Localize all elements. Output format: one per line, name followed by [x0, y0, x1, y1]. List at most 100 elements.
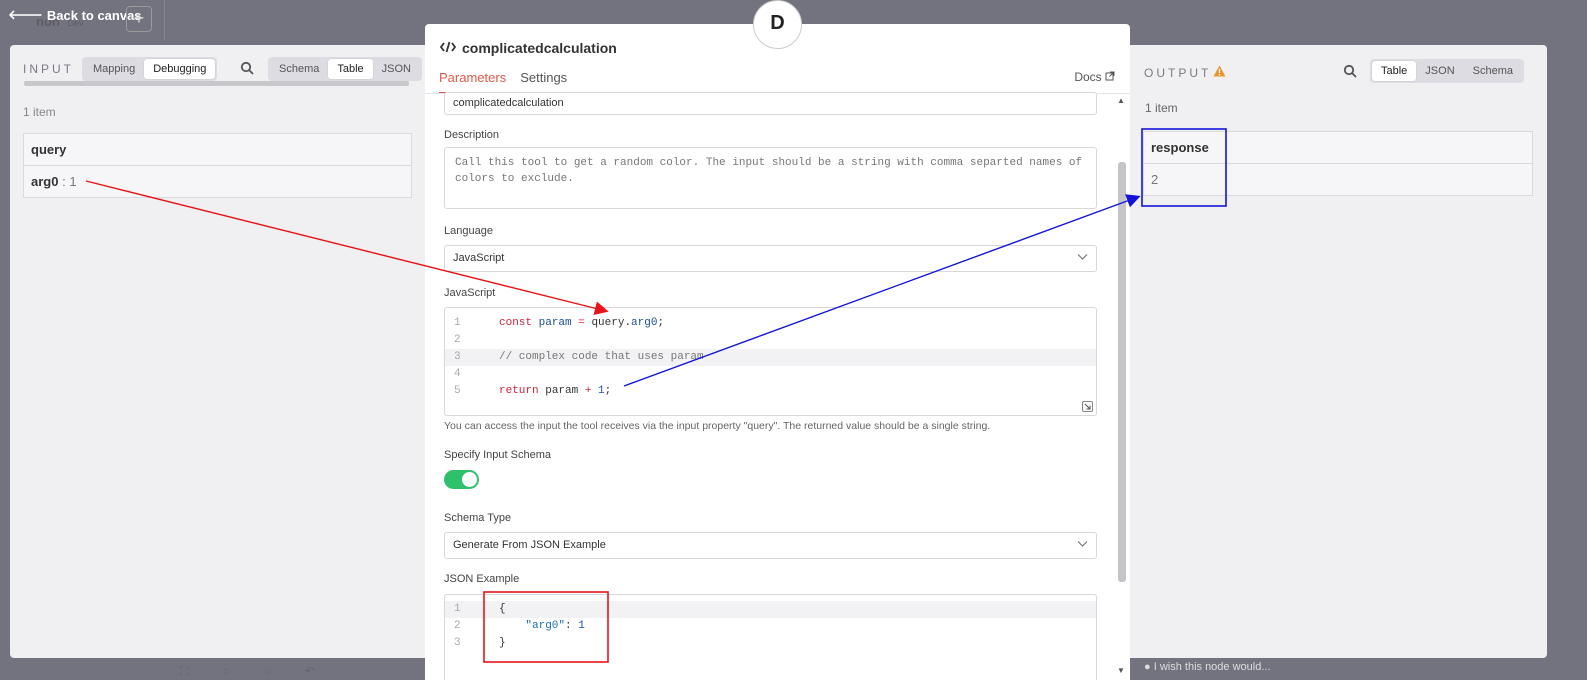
warning-icon — [1213, 65, 1226, 80]
mode-tab-debugging[interactable]: Debugging — [144, 59, 216, 79]
line-number: 1 — [454, 603, 461, 615]
code-text: const param = query.arg0; — [499, 315, 664, 332]
back-to-canvas-button[interactable]: 🡐 Back to canvas — [8, 7, 142, 23]
docs-label: Docs — [1074, 70, 1102, 84]
code-line[interactable]: 2 — [445, 332, 1096, 349]
mode-tab-mapping[interactable]: Mapping — [84, 59, 144, 79]
description-label: Description — [444, 129, 500, 141]
code-icon — [439, 40, 457, 56]
language-label: Language — [444, 225, 493, 237]
view-tab-schema[interactable]: Schema — [270, 59, 328, 79]
line-number: 2 — [454, 620, 461, 632]
code-token: } — [499, 637, 506, 649]
output-view-switch: Table JSON Schema — [1370, 59, 1524, 83]
tool-name-field[interactable]: complicatedcalculation — [444, 92, 1097, 115]
scroll-down-icon[interactable]: ▼ — [1117, 666, 1125, 675]
json-example-editor[interactable]: 1{2 "arg0": 1 3} — [444, 594, 1097, 680]
search-icon[interactable] — [1343, 64, 1357, 81]
tab-parameters[interactable]: Parameters — [439, 70, 521, 94]
divider — [164, 0, 165, 40]
output-panel-title: OUTPUT — [1144, 65, 1212, 80]
code-token: : — [565, 620, 579, 632]
code-line[interactable]: 1 const param = query.arg0; — [445, 315, 1096, 332]
code-token: 1 — [598, 385, 605, 397]
code-token: { — [499, 603, 506, 615]
code-text: } — [499, 635, 506, 652]
docs-link[interactable]: Docs — [1074, 70, 1115, 84]
dialog-scrollbar[interactable]: ▲ ▼ — [1117, 96, 1126, 680]
output-panel: OUTPUT Table JSON Schema 1 item response… — [1130, 45, 1547, 658]
code-token: "arg0" — [499, 620, 566, 632]
code-token: ; — [604, 385, 612, 397]
fit-view-icon[interactable]: ⛶ — [180, 664, 188, 679]
code-line[interactable]: 1{ — [445, 601, 1096, 618]
view-tab-table[interactable]: Table — [1372, 61, 1417, 81]
schema-type-value: Generate From JSON Example — [453, 539, 606, 551]
code-editor[interactable]: 1 const param = query.arg0; 2 3 // complex c… — [444, 307, 1097, 416]
chevron-down-icon — [1077, 251, 1088, 265]
code-token: // complex code that uses param — [499, 351, 704, 363]
output-panel-title-wrap: OUTPUT — [1144, 65, 1226, 80]
row-key[interactable]: arg0 — [31, 174, 58, 189]
scroll-up-icon[interactable]: ▲ — [1117, 96, 1125, 105]
code-token: param — [545, 385, 585, 397]
dialog-tabs: Parameters Settings — [439, 70, 581, 94]
feedback-link[interactable]: ● I wish this node would... — [1144, 661, 1271, 673]
code-hint: You can access the input the tool receiv… — [444, 420, 991, 432]
table-header-response: response — [1143, 131, 1533, 164]
view-tab-table[interactable]: Table — [328, 59, 373, 79]
code-token: arg0 — [631, 317, 658, 329]
expand-icon[interactable] — [1082, 401, 1093, 412]
zoom-out-icon[interactable]: ○ — [264, 664, 271, 679]
undo-icon[interactable]: ↶ — [305, 664, 315, 679]
row-value: 1 — [69, 174, 77, 189]
schema-type-select[interactable]: Generate From JSON Example — [444, 532, 1097, 559]
search-icon[interactable] — [240, 61, 254, 78]
code-token: param — [538, 317, 572, 329]
line-number: 5 — [454, 385, 461, 397]
external-link-icon — [1105, 70, 1115, 84]
table-header-query: query — [23, 133, 412, 166]
language-select[interactable]: JavaScript — [444, 245, 1097, 272]
line-number: 2 — [454, 334, 461, 346]
zoom-in-icon[interactable]: ○ — [222, 664, 229, 679]
horizontal-scrollbar[interactable] — [24, 81, 409, 86]
lightbulb-icon: ● — [1144, 661, 1151, 673]
add-button[interactable]: + — [126, 6, 152, 32]
feedback-text: I wish this node would... — [1153, 661, 1271, 673]
code-token: 1 — [578, 620, 585, 632]
code-text: // complex code that uses param — [499, 349, 704, 366]
toggle-knob — [462, 472, 477, 487]
input-item-count: 1 item — [23, 105, 56, 119]
code-token: ; — [657, 317, 665, 329]
code-text: { — [499, 601, 506, 618]
view-tab-schema[interactable]: Schema — [1464, 61, 1522, 81]
json-example-label: JSON Example — [444, 573, 520, 585]
code-line[interactable]: 3} — [445, 635, 1096, 652]
code-line[interactable]: 5 return param + 1; — [445, 383, 1096, 400]
language-value: JavaScript — [453, 252, 505, 264]
output-data-table: response 2 — [1143, 131, 1533, 196]
input-mode-switch: Mapping Debugging — [82, 57, 218, 81]
table-row: arg0 : 1 — [23, 165, 412, 198]
description-field[interactable]: Call this tool to get a random color. Th… — [444, 147, 1097, 209]
view-tab-json[interactable]: JSON — [1416, 61, 1463, 81]
table-cell-response: 2 — [1143, 163, 1533, 196]
dialog-title-text: complicatedcalculation — [462, 40, 617, 56]
input-panel: INPUT Mapping Debugging Schema Table JSO… — [10, 45, 425, 658]
javascript-label: JavaScript — [444, 287, 496, 299]
code-token: query. — [591, 317, 632, 329]
code-line[interactable]: 3 // complex code that uses param — [445, 349, 1096, 366]
line-number: 1 — [454, 317, 461, 329]
input-panel-title: INPUT — [23, 62, 74, 76]
tab-settings[interactable]: Settings — [520, 70, 581, 94]
arrow-left-icon: 🡐 — [8, 7, 43, 22]
node-dialog: complicatedcalculation Parameters Settin… — [425, 24, 1130, 680]
code-line[interactable]: 4 — [445, 366, 1096, 383]
view-tab-json[interactable]: JSON — [373, 59, 420, 79]
specify-schema-toggle[interactable] — [444, 470, 479, 489]
scroll-thumb[interactable] — [1118, 162, 1126, 582]
schema-type-label: Schema Type — [444, 512, 512, 524]
code-line[interactable]: 2 "arg0": 1 — [445, 618, 1096, 635]
dialog-title: complicatedcalculation — [439, 40, 617, 56]
